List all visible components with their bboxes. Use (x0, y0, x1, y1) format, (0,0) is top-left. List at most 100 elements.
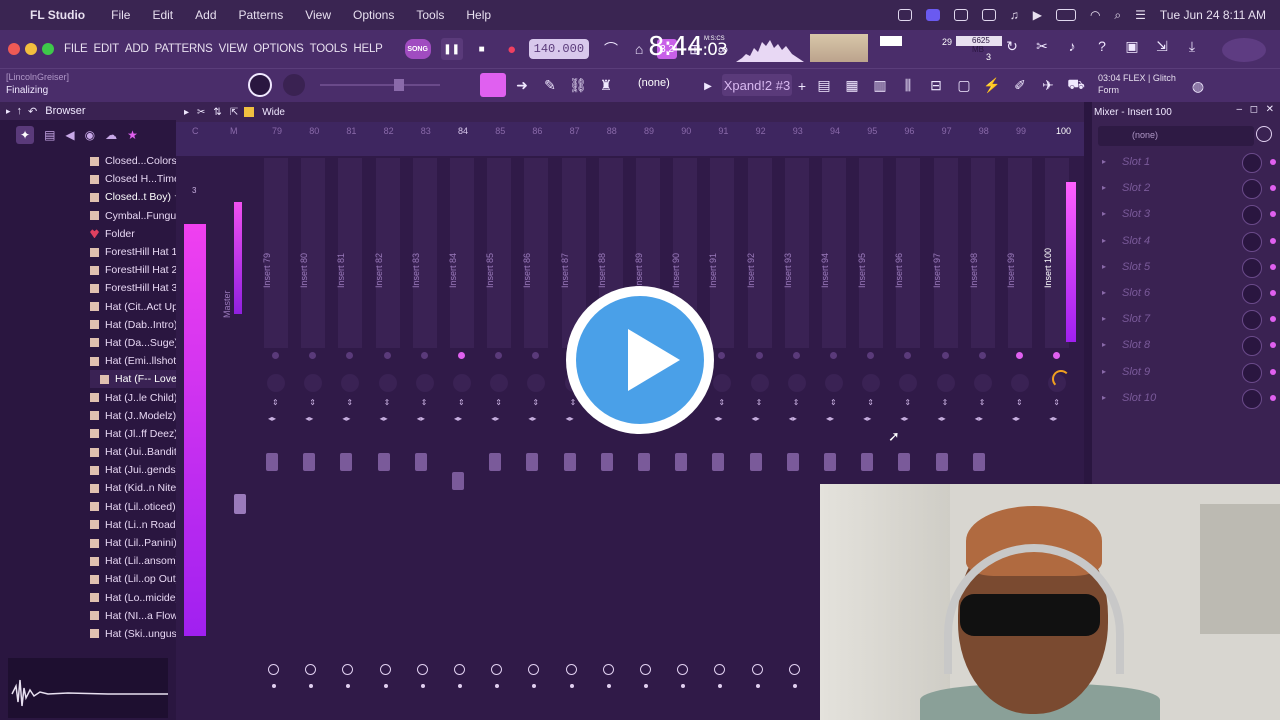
track-number[interactable]: 84 (458, 126, 468, 136)
slot-enable-dot[interactable] (1270, 159, 1276, 165)
slot-enable-dot[interactable] (1270, 290, 1276, 296)
slot-enable-dot[interactable] (1270, 237, 1276, 244)
fl-menu-help[interactable]: HELP (353, 43, 382, 55)
volume-fader[interactable] (452, 472, 464, 490)
stereo-sep-icon[interactable]: ⇕ (1016, 398, 1023, 407)
master-volume-knob[interactable] (248, 73, 272, 97)
track-number[interactable]: 100 (1056, 126, 1071, 136)
list-item[interactable]: Hat (Lil..oticed) (90, 498, 176, 516)
record-arm-icon[interactable] (565, 664, 577, 675)
fl-menu-edit[interactable]: EDIT (94, 43, 120, 55)
mixer-view-icon[interactable]: ⇱ (230, 107, 238, 118)
spotlight-search-icon[interactable]: ⌕ (1114, 8, 1121, 23)
record-arm-icon[interactable] (416, 664, 428, 675)
slot-enable-dot[interactable] (1270, 185, 1276, 192)
swap-channels-icon[interactable]: ◂▸ (975, 414, 983, 423)
volume-fader[interactable] (526, 453, 539, 471)
swap-channels-icon[interactable]: ◂▸ (826, 414, 834, 423)
fx-enable-dot[interactable] (681, 684, 686, 688)
pan-knob[interactable] (713, 374, 732, 392)
slot-arrow-icon[interactable]: ▸ (1102, 262, 1106, 271)
screen-record-icon[interactable] (925, 9, 940, 21)
wordpress-icon[interactable] (953, 9, 968, 21)
slot-mix-knob[interactable] (1242, 310, 1262, 331)
list-item[interactable]: Closed H...Time) (90, 170, 176, 188)
mixer-channel[interactable]: Insert 83 ⇕ ◂▸ (407, 158, 443, 718)
track-number[interactable]: 83 (421, 126, 431, 136)
record-arm-icon[interactable] (788, 664, 800, 675)
fx-enable-dot[interactable] (495, 684, 500, 688)
track-number[interactable]: 99 (1016, 126, 1026, 136)
master-pitch-knob[interactable] (283, 74, 305, 96)
mixer-channel[interactable]: Insert 85 ⇕ ◂▸ (481, 158, 517, 718)
pan-knob[interactable] (341, 374, 360, 392)
favorites-tab-icon[interactable]: ★ (127, 128, 138, 142)
volume-fader[interactable] (861, 453, 874, 471)
app-name[interactable]: FL Studio (30, 8, 85, 22)
route-dot[interactable] (420, 352, 428, 359)
close-window-button[interactable] (8, 43, 20, 55)
play-status-icon[interactable]: ▶ (1033, 8, 1042, 22)
pan-knob[interactable] (378, 374, 397, 392)
effect-slot[interactable]: ▸ Slot 5 (1092, 255, 1280, 281)
list-item[interactable]: Closed...Colors) (90, 152, 176, 170)
browser-menu-icon[interactable]: ▸ (6, 106, 11, 117)
stereo-sep-icon[interactable]: ⇕ (1053, 398, 1060, 407)
route-dot[interactable] (458, 352, 465, 359)
mixer-icon[interactable]: ⫼ (898, 75, 918, 95)
fx-enable-dot[interactable] (420, 684, 425, 688)
list-item[interactable]: Hat (Kid..n Nite) (90, 479, 176, 497)
pan-knob[interactable] (267, 374, 285, 392)
volume-fader[interactable] (600, 453, 613, 471)
record-arm-icon[interactable] (640, 664, 651, 675)
volume-fader[interactable] (824, 453, 836, 471)
mixer-channel[interactable]: Insert 82 ⇕ ◂▸ (370, 158, 406, 718)
track-number[interactable]: 95 (867, 126, 877, 136)
volume-fader[interactable] (638, 453, 650, 471)
track-number[interactable]: 90 (681, 126, 691, 136)
control-center-icon[interactable]: ☰ (1135, 8, 1146, 22)
fx-enable-dot[interactable] (755, 684, 760, 688)
fx-enable-dot[interactable] (569, 684, 574, 688)
insert-100-pan-knob[interactable] (1052, 370, 1070, 388)
menu-edit[interactable]: Edit (152, 8, 173, 22)
export-icon[interactable]: ⇲ (1152, 36, 1172, 56)
volume-fader[interactable] (675, 453, 688, 471)
volume-fader[interactable] (266, 453, 278, 471)
menu-tools[interactable]: Tools (416, 8, 444, 22)
stereo-sep-icon[interactable]: ⇕ (904, 398, 911, 407)
route-dot[interactable] (867, 352, 875, 359)
list-item[interactable]: Hat (Jui..Bandit) (90, 443, 176, 461)
volume-fader[interactable] (786, 453, 799, 471)
track-number[interactable]: 87 (570, 126, 580, 136)
track-number[interactable]: 98 (979, 126, 989, 136)
save-icon[interactable]: ▣ (1122, 36, 1142, 56)
track-number[interactable]: 93 (793, 126, 803, 136)
status-icon-1[interactable] (897, 9, 912, 21)
pattern-selector[interactable]: Xpand!2 #3 (722, 74, 792, 96)
insert-preset-selector[interactable]: (none) (1098, 126, 1254, 146)
menu-patterns[interactable]: Patterns (239, 8, 284, 22)
cut-icon[interactable]: ✂ (1032, 36, 1052, 56)
swap-channels-icon[interactable]: ◂▸ (417, 414, 425, 423)
stereo-sep-icon[interactable]: ⇕ (458, 398, 465, 407)
swap-channels-icon[interactable]: ◂▸ (938, 414, 946, 423)
track-number[interactable]: 85 (495, 126, 505, 136)
fl-menu-patterns[interactable]: PATTERNS (155, 43, 213, 55)
link-icon[interactable]: ⛓ (568, 75, 588, 95)
pan-knob[interactable] (304, 374, 323, 392)
all-tab-icon[interactable]: ✦ (16, 126, 35, 144)
files-tab-icon[interactable]: ▤ (44, 128, 55, 142)
effect-slot[interactable]: ▸ Slot 4 (1092, 229, 1280, 255)
route-dot[interactable] (941, 352, 949, 359)
swap-channels-icon[interactable]: ◂▸ (454, 414, 462, 423)
swap-channels-icon[interactable]: ◂▸ (752, 414, 760, 423)
slot-arrow-icon[interactable]: ▸ (1102, 288, 1106, 297)
pan-knob[interactable] (787, 374, 806, 392)
maximize-window-button[interactable] (42, 43, 54, 55)
route-dot[interactable] (383, 352, 391, 359)
slot-arrow-icon[interactable]: ▸ (1102, 236, 1106, 245)
list-item[interactable]: Hat (Ski..ungus) (90, 625, 176, 643)
slot-mix-knob[interactable] (1242, 388, 1262, 409)
track-number[interactable]: 89 (644, 126, 654, 136)
